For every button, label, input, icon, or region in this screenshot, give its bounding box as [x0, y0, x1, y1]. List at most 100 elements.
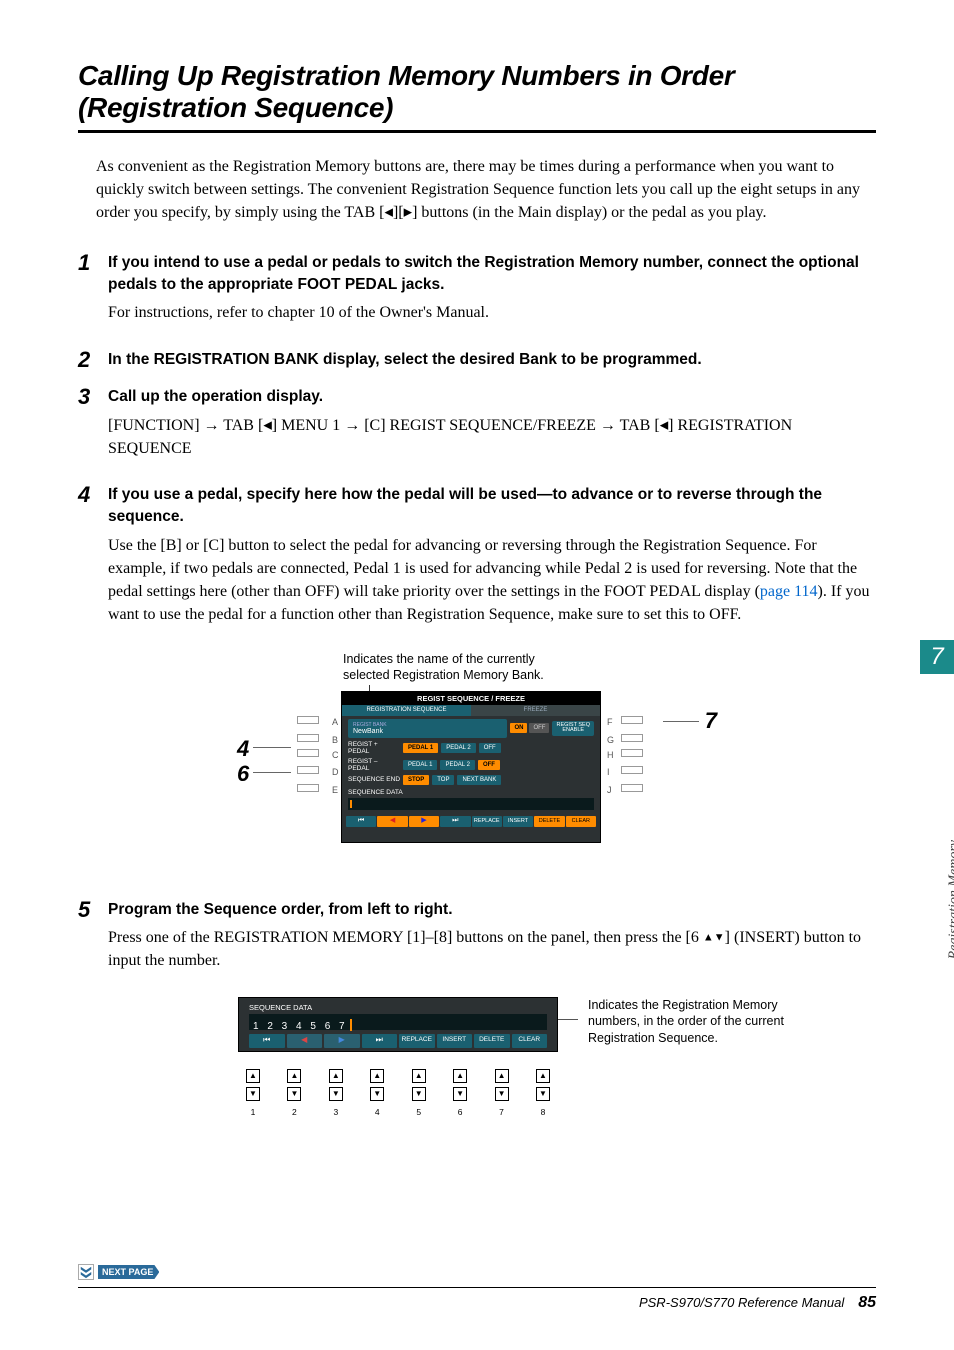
lcd-btn-replace[interactable]: REPLACE [472, 816, 502, 827]
up-button[interactable]: ▲ [246, 1069, 260, 1083]
side-button[interactable] [621, 766, 643, 774]
d2-btn-prev[interactable]: ◀ [287, 1034, 323, 1048]
lcd-tab-freeze[interactable]: FREEZE [471, 705, 600, 716]
row-label: SEQUENCE END [348, 776, 400, 783]
side-button[interactable] [621, 716, 643, 724]
opt-pedal1[interactable]: PEDAL 1 [403, 760, 437, 770]
lcd-btn-insert[interactable]: INSERT [503, 816, 533, 827]
step-4-text: Use the [B] or [C] button to select the … [108, 534, 876, 627]
tri-left-icon: ◀ [384, 206, 392, 218]
down-button[interactable]: ▼ [287, 1087, 301, 1101]
down-button[interactable]: ▼ [412, 1087, 426, 1101]
page-number: 85 [858, 1294, 876, 1312]
chapter-label: Registration Memory [946, 840, 954, 959]
step-2: 2 In the REGISTRATION BANK display, sele… [78, 349, 876, 377]
title-underline [78, 130, 876, 133]
caption-line [558, 1019, 578, 1020]
step-3-head: Call up the operation display. [108, 386, 876, 408]
lcd-btn-delete[interactable]: DELETE [534, 816, 564, 827]
footer-model: PSR-S970/S770 Reference Manual [639, 1295, 844, 1310]
up-button[interactable]: ▲ [453, 1069, 467, 1083]
row-label: REGIST – PEDAL [348, 758, 400, 772]
side-button[interactable] [297, 734, 319, 742]
up-button[interactable]: ▲ [287, 1069, 301, 1083]
col-num: 6 [458, 1107, 463, 1117]
lcd-screen: REGIST SEQUENCE / FREEZE REGISTRATION SE… [341, 691, 601, 843]
down-button[interactable]: ▼ [536, 1087, 550, 1101]
side-letter: E [332, 785, 338, 795]
d2-btn-clear[interactable]: CLEAR [512, 1034, 548, 1048]
next-page-badge[interactable]: NEXT PAGE [78, 1264, 159, 1280]
opt-top[interactable]: TOP [432, 775, 454, 785]
col-num: 8 [541, 1107, 546, 1117]
d2-btn-last[interactable]: ⏭ [362, 1034, 398, 1048]
lcd-row-regist-plus: REGIST + PEDAL PEDAL 1 PEDAL 2 OFF [348, 741, 594, 755]
page-title: Calling Up Registration Memory Numbers i… [78, 60, 876, 130]
diagram-regist-sequence-screen: Indicates the name of the currently sele… [237, 651, 717, 881]
side-button[interactable] [297, 749, 319, 757]
lcd-on-off[interactable]: ON OFF [510, 723, 549, 733]
lcd-btn-next[interactable]: ▶ [409, 816, 439, 827]
d2-btn-first[interactable]: ⏮ [249, 1034, 285, 1048]
col-6: ▲ ▼ 6 [453, 1069, 467, 1117]
side-letter: D [332, 767, 339, 777]
s3-a: [FUNCTION] → TAB [ [108, 417, 263, 434]
lcd-btn-first[interactable]: ⏮ [346, 816, 376, 827]
callout-line [253, 747, 291, 748]
step-1-head: If you intend to use a pedal or pedals t… [108, 252, 876, 295]
up-button[interactable]: ▲ [370, 1069, 384, 1083]
step-1: 1 If you intend to use a pedal or pedals… [78, 252, 876, 339]
opt-pedal1[interactable]: PEDAL 1 [403, 743, 438, 753]
page-footer: PSR-S970/S770 Reference Manual 85 [78, 1287, 876, 1312]
d2-btn-delete[interactable]: DELETE [474, 1034, 510, 1048]
opt-off[interactable]: OFF [478, 760, 500, 770]
cursor-icon [350, 1019, 352, 1031]
up-button[interactable]: ▲ [536, 1069, 550, 1083]
lcd-btn-prev[interactable]: ◀ [377, 816, 407, 827]
step-number: 1 [78, 252, 108, 339]
opt-pedal2[interactable]: PEDAL 2 [441, 743, 475, 753]
side-button[interactable] [297, 766, 319, 774]
side-letter: J [607, 785, 612, 795]
side-button[interactable] [621, 734, 643, 742]
down-button[interactable]: ▼ [370, 1087, 384, 1101]
opt-nextbank[interactable]: NEXT BANK [457, 775, 501, 785]
col-7: ▲▼7 [495, 1069, 509, 1117]
lcd-row-regist-minus: REGIST – PEDAL PEDAL 1 PEDAL 2 OFF [348, 758, 594, 772]
side-letter: G [607, 735, 614, 745]
col-num: 1 [251, 1107, 256, 1117]
d2-btn-replace[interactable]: REPLACE [399, 1034, 435, 1048]
side-letter: A [332, 717, 338, 727]
down-button[interactable]: ▼ [246, 1087, 260, 1101]
s3-b: ] MENU 1 → [C] REGIST SEQUENCE/FREEZE → … [272, 417, 660, 434]
col-4: ▲▼4 [370, 1069, 384, 1117]
page-link[interactable]: page 114 [760, 583, 818, 600]
opt-off[interactable]: OFF [479, 743, 501, 753]
d2-btn-insert[interactable]: INSERT [437, 1034, 473, 1048]
down-button[interactable]: ▼ [329, 1087, 343, 1101]
side-button[interactable] [621, 784, 643, 792]
d2-btn-next[interactable]: ▶ [324, 1034, 360, 1048]
callout-line [253, 772, 291, 773]
side-letter: I [607, 767, 610, 777]
lcd-tab-regseq[interactable]: REGISTRATION SEQUENCE [342, 705, 471, 716]
opt-pedal2[interactable]: PEDAL 2 [440, 760, 474, 770]
col-5: ▲▼5 [412, 1069, 426, 1117]
side-button[interactable] [297, 716, 319, 724]
down-button[interactable]: ▼ [495, 1087, 509, 1101]
up-button[interactable]: ▲ [495, 1069, 509, 1083]
lcd-btn-clear[interactable]: CLEAR [566, 816, 596, 827]
tri-up-icon: ▲ [703, 932, 714, 944]
diagram2-caption: Indicates the Registration Memory number… [588, 997, 818, 1048]
side-button[interactable] [297, 784, 319, 792]
side-letter: F [607, 717, 613, 727]
up-button[interactable]: ▲ [412, 1069, 426, 1083]
up-button[interactable]: ▲ [329, 1069, 343, 1083]
step-1-text: For instructions, refer to chapter 10 of… [108, 301, 876, 324]
side-button[interactable] [621, 749, 643, 757]
lcd-btn-last[interactable]: ⏭ [440, 816, 470, 827]
down-button[interactable]: ▼ [453, 1087, 467, 1101]
side-letter: C [332, 750, 339, 760]
side-letter: B [332, 735, 338, 745]
opt-stop[interactable]: STOP [403, 775, 429, 785]
